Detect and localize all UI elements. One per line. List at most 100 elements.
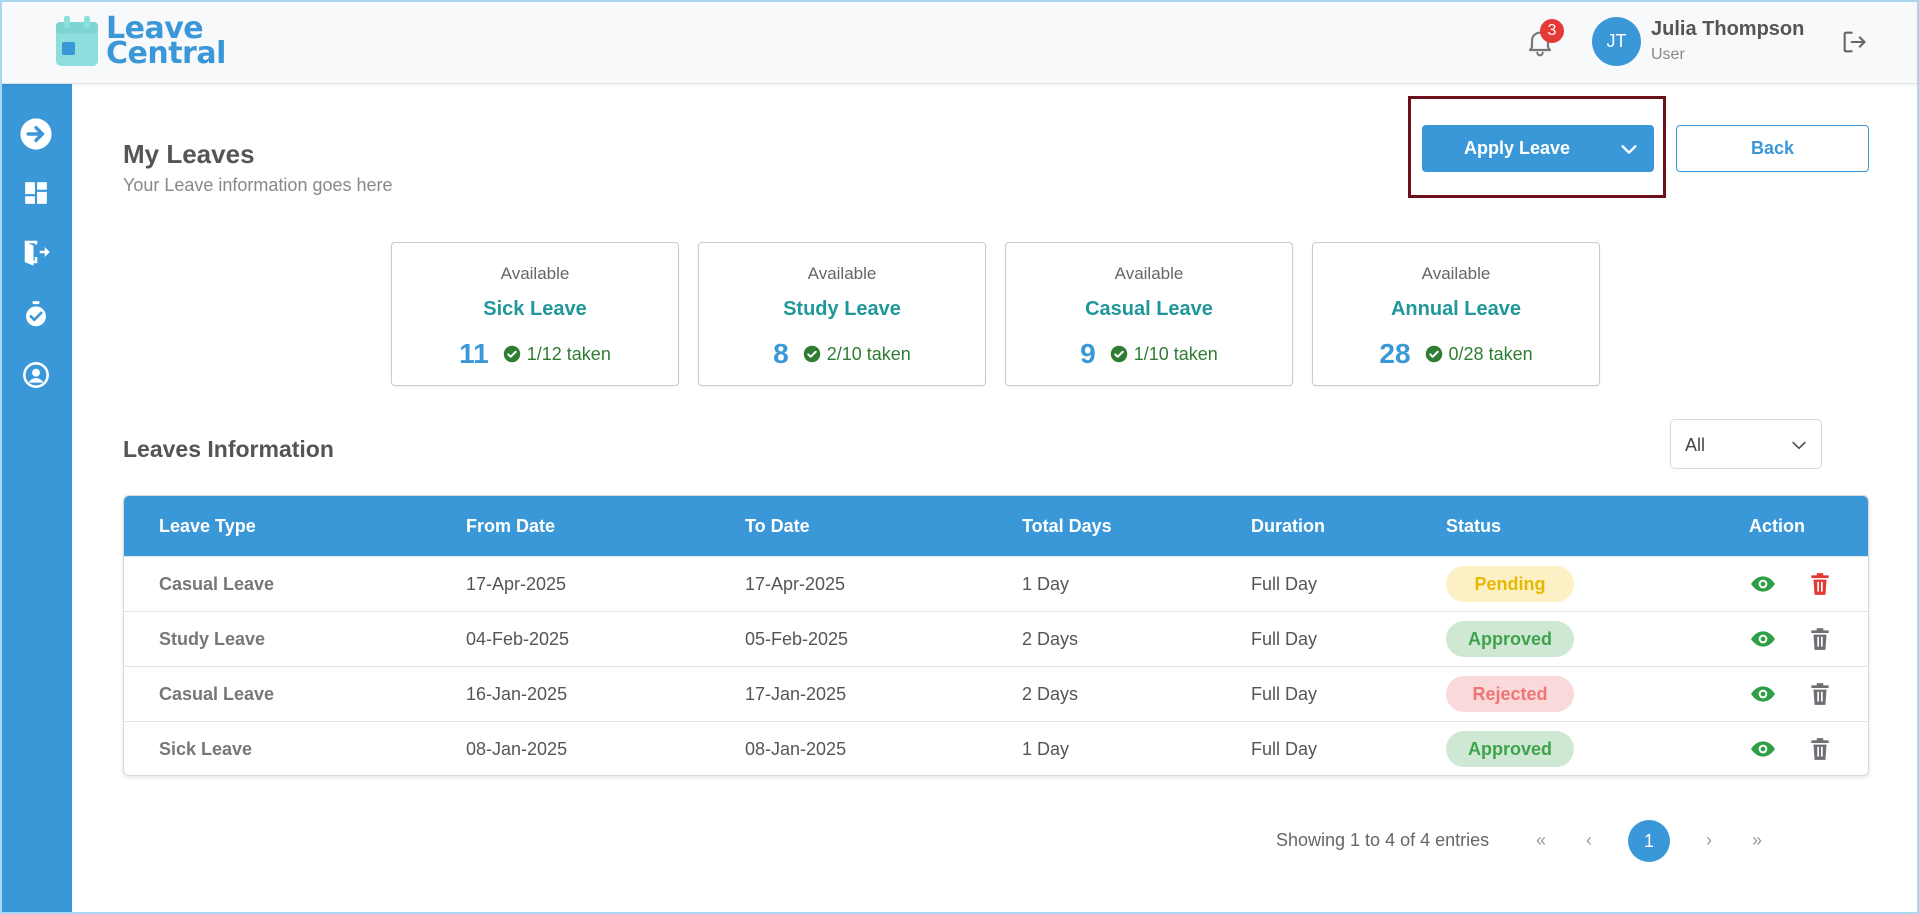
trash-icon[interactable] [1807, 736, 1833, 762]
column-header: Total Days [1022, 516, 1112, 536]
card-taken: 2/10 taken [826, 343, 911, 364]
card-available-label: Available [1421, 264, 1491, 283]
cell-duration: Full Day [1251, 739, 1318, 759]
cell-to-date: 17-Apr-2025 [745, 574, 846, 594]
status-badge: Approved [1446, 731, 1574, 767]
card-available-label: Available [1114, 264, 1184, 283]
balance-card-sick: Available Sick Leave 11 1/12 taken [391, 242, 679, 386]
table-row: Casual Leave 17-Apr-2025 17-Apr-2025 1 D… [124, 556, 1868, 611]
check-circle-icon [1110, 345, 1127, 363]
check-circle-icon [1425, 345, 1442, 363]
status-filter-select[interactable]: All [1670, 419, 1822, 469]
card-leave-type: Annual Leave [1390, 298, 1522, 320]
balance-card-study: Available Study Leave 8 2/10 taken [698, 242, 986, 386]
back-button[interactable]: Back [1676, 125, 1869, 172]
filter-value: All [1685, 435, 1706, 455]
cell-from-date: 04-Feb-2025 [466, 629, 570, 649]
dashboard-icon[interactable] [18, 175, 54, 211]
cell-leave-type: Casual Leave [159, 684, 275, 704]
user-name: Julia Thompson [1651, 18, 1805, 40]
check-circle-icon [503, 345, 521, 363]
column-header: Leave Type [159, 516, 256, 536]
timer-icon[interactable] [18, 296, 54, 332]
status-badge: Rejected [1446, 676, 1574, 712]
trash-icon[interactable] [1807, 626, 1833, 652]
column-header: Action [1749, 516, 1805, 536]
card-count: 8 [773, 338, 789, 369]
trash-icon[interactable] [1807, 681, 1833, 707]
cell-from-date: 08-Jan-2025 [466, 739, 568, 759]
card-leave-type: Casual Leave [1085, 298, 1213, 320]
card-count: 9 [1080, 338, 1096, 369]
table-header: Leave Type From Date To Date Total Days … [124, 496, 1868, 556]
chevron-down-icon[interactable] [1618, 138, 1640, 160]
cell-duration: Full Day [1251, 629, 1318, 649]
arrow-right-circle-icon[interactable] [18, 116, 54, 152]
calendar-logo-icon [54, 14, 100, 68]
cell-to-date: 05-Feb-2025 [745, 629, 849, 649]
cell-to-date: 08-Jan-2025 [745, 739, 847, 759]
page-title: My Leaves [123, 139, 255, 169]
leave-exit-icon[interactable] [18, 234, 54, 270]
card-available-label: Available [500, 264, 570, 283]
eye-icon[interactable] [1750, 626, 1776, 652]
status-badge: Pending [1446, 566, 1574, 602]
table-row: Sick Leave 08-Jan-2025 08-Jan-2025 1 Day… [124, 721, 1868, 775]
cell-from-date: 17-Apr-2025 [466, 574, 567, 594]
apply-leave-button[interactable]: Apply Leave [1422, 125, 1654, 172]
trash-icon[interactable] [1807, 571, 1833, 597]
cell-total-days: 2 Days [1022, 684, 1079, 704]
top-bar: Leave Central 3 JT Julia Thompson User [0, 0, 1919, 84]
section-title: Leaves Information [123, 436, 334, 462]
eye-icon[interactable] [1750, 681, 1776, 707]
prev-page-button[interactable]: ‹ [1576, 830, 1602, 851]
logo-line-2: Central [106, 36, 226, 71]
card-leave-type: Study Leave [783, 298, 901, 320]
balance-card-annual: Available Annual Leave 28 0/28 taken [1312, 242, 1600, 386]
column-header: From Date [466, 516, 556, 536]
cell-leave-type: Sick Leave [159, 739, 253, 759]
column-header: Duration [1251, 516, 1325, 536]
cell-from-date: 16-Jan-2025 [466, 684, 568, 704]
sidebar [0, 84, 72, 914]
card-taken: 1/10 taken [1133, 343, 1218, 364]
cell-duration: Full Day [1251, 574, 1318, 594]
card-count: 28 [1379, 338, 1411, 369]
column-header: Status [1446, 516, 1502, 536]
cell-duration: Full Day [1251, 684, 1318, 704]
next-page-button[interactable]: › [1696, 830, 1722, 851]
chevron-down-icon [1789, 435, 1809, 455]
cell-total-days: 1 Day [1022, 739, 1070, 759]
eye-icon[interactable] [1750, 736, 1776, 762]
check-circle-icon [803, 345, 820, 363]
card-available-label: Available [807, 264, 877, 283]
column-header: To Date [745, 516, 810, 536]
page-1-button[interactable]: 1 [1628, 820, 1670, 862]
page-subtitle: Your Leave information goes here [123, 175, 393, 195]
logout-icon[interactable] [1840, 28, 1868, 56]
table-row: Casual Leave 16-Jan-2025 17-Jan-2025 2 D… [124, 666, 1868, 721]
cell-total-days: 1 Day [1022, 574, 1070, 594]
last-page-button[interactable]: » [1744, 830, 1770, 851]
card-count: 11 [459, 338, 489, 369]
account-circle-icon[interactable] [18, 357, 54, 393]
apply-leave-label: Apply Leave [1464, 138, 1571, 158]
card-taken: 0/28 taken [1448, 343, 1533, 364]
pagination-summary: Showing 1 to 4 of 4 entries [1276, 830, 1490, 850]
balance-card-casual: Available Casual Leave 9 1/10 taken [1005, 242, 1293, 386]
card-taken: 1/12 taken [526, 343, 611, 364]
first-page-button[interactable]: « [1528, 830, 1554, 851]
eye-icon[interactable] [1750, 571, 1776, 597]
cell-to-date: 17-Jan-2025 [745, 684, 847, 704]
notification-badge: 3 [1540, 19, 1564, 43]
cell-leave-type: Study Leave [159, 629, 266, 649]
app-logo[interactable]: Leave Central [54, 14, 226, 71]
user-role: User [1651, 46, 1685, 63]
table-row: Study Leave 04-Feb-2025 05-Feb-2025 2 Da… [124, 611, 1868, 666]
cell-leave-type: Casual Leave [159, 574, 275, 594]
leaves-table: Leave Type From Date To Date Total Days … [123, 495, 1869, 776]
cell-total-days: 2 Days [1022, 629, 1079, 649]
card-leave-type: Sick Leave [483, 298, 587, 320]
status-badge: Approved [1446, 621, 1574, 657]
avatar[interactable]: JT [1592, 17, 1641, 66]
